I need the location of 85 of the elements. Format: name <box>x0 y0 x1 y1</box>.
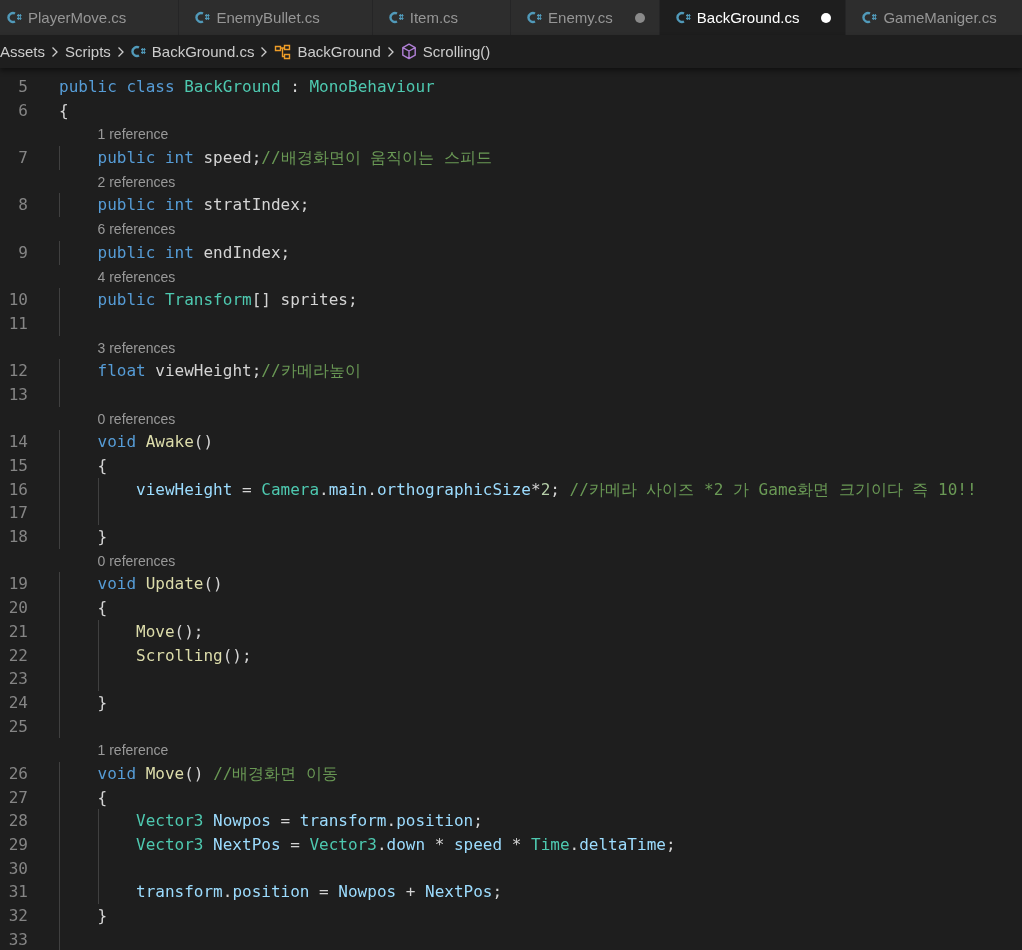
code-line: void Awake() <box>97 431 214 454</box>
line-number: 27 <box>7 786 28 809</box>
line-number: 19 <box>7 573 28 596</box>
code-line: Move(); <box>136 620 204 643</box>
code-line: public int speed;//배경화면이 움직이는 스피드 <box>97 147 492 170</box>
line-number: 12 <box>7 360 28 383</box>
csharp-file-icon <box>675 11 691 24</box>
line-number: 31 <box>7 881 28 904</box>
line-number: 17 <box>7 502 28 525</box>
breadcrumb-item[interactable]: Assets <box>0 43 45 60</box>
line-number: 18 <box>7 526 28 549</box>
line-number: 26 <box>7 762 28 785</box>
chevron-icon <box>386 45 395 58</box>
editor-tab[interactable]: PlayerMove.cs <box>0 0 180 35</box>
unsaved-dot-icon[interactable] <box>821 12 832 23</box>
csharp-file-icon <box>388 11 404 24</box>
code-line: { <box>59 99 69 122</box>
chevron-icon <box>116 45 125 58</box>
code-line: Scrolling(); <box>136 644 252 667</box>
code-line: void Update() <box>97 573 223 596</box>
code-line: public class BackGround : MonoBehaviour <box>59 76 435 98</box>
code-line: } <box>97 526 108 549</box>
code-line: { <box>97 786 108 809</box>
code-line: Vector3 Nowpos = transform.position; <box>136 810 483 833</box>
line-number: 32 <box>7 905 28 928</box>
line-number: 25 <box>7 715 28 738</box>
reference-count[interactable]: 0 references <box>97 552 176 569</box>
line-number: 15 <box>7 455 28 477</box>
reference-count[interactable]: 1 reference <box>97 742 169 759</box>
line-number: 5 <box>17 76 28 98</box>
line-number: 6 <box>17 99 28 122</box>
breadcrumb-item[interactable]: Scrolling() <box>422 43 491 60</box>
line-number: 24 <box>7 691 28 714</box>
code-line: } <box>97 691 108 714</box>
editor-tab[interactable]: Enemy.cs <box>511 0 660 35</box>
code-line: } <box>97 905 108 928</box>
code-line: public int endIndex; <box>97 241 291 264</box>
csharp-file-icon <box>195 11 211 24</box>
line-number: 13 <box>7 383 28 406</box>
reference-count[interactable]: 1 reference <box>97 126 169 143</box>
line-number: 20 <box>7 597 28 620</box>
reference-count[interactable]: 3 references <box>97 339 176 356</box>
code-line: viewHeight = Camera.main.orthographicSize*2; //카메라 사이즈 *2 가 Game화면 크기이다 즉 10!! <box>136 478 977 501</box>
code-line: public Transform[] sprites; <box>97 289 358 312</box>
csharp-file-icon <box>7 11 22 24</box>
editor-tab[interactable]: Item.cs <box>372 0 512 35</box>
line-number: 21 <box>7 620 28 643</box>
editor-tab[interactable]: GameManiger.cs <box>846 0 1022 35</box>
chevron-icon <box>260 45 269 58</box>
code-line: { <box>97 597 108 620</box>
csharp-file-icon <box>527 11 543 24</box>
cube-icon <box>400 43 417 60</box>
code-line: { <box>97 455 108 477</box>
code-line: transform.position = Nowpos + NextPos; <box>136 881 503 904</box>
csharp-file-icon <box>130 45 146 58</box>
code-line: Vector3 NextPos = Vector3.down * speed * Time.deltaTime; <box>136 834 676 856</box>
unsaved-dot-icon[interactable] <box>634 12 645 23</box>
breadcrumb-item[interactable]: Scripts <box>65 43 111 60</box>
line-number: 11 <box>7 312 28 335</box>
line-number: 8 <box>17 194 28 217</box>
code-line: float viewHeight;//카메라높이 <box>97 360 361 383</box>
line-number: 22 <box>7 644 28 667</box>
reference-count[interactable]: 0 references <box>97 410 176 427</box>
line-number: 29 <box>7 834 28 856</box>
editor-tab[interactable]: BackGround.cs <box>659 0 847 35</box>
csharp-file-icon <box>862 11 878 24</box>
breadcrumb-item[interactable]: BackGround.cs <box>151 43 255 60</box>
line-number: 23 <box>7 668 28 691</box>
chevron-icon <box>51 45 59 58</box>
line-number: 10 <box>7 289 28 312</box>
line-number: 7 <box>17 147 28 170</box>
code-line: public int stratIndex; <box>97 194 310 217</box>
reference-count[interactable]: 4 references <box>97 268 176 285</box>
reference-count[interactable]: 6 references <box>97 221 176 238</box>
line-number: 16 <box>7 478 28 501</box>
line-number: 28 <box>7 810 28 833</box>
reference-count[interactable]: 2 references <box>97 173 176 190</box>
code-line: void Move() //배경화면 이동 <box>97 762 339 785</box>
line-number: 14 <box>7 431 28 454</box>
class-icon <box>274 43 292 60</box>
line-number: 9 <box>17 241 28 264</box>
line-number: 30 <box>7 857 28 880</box>
breadcrumb-item[interactable]: BackGround <box>297 43 381 60</box>
editor-tab[interactable]: EnemyBullet.cs <box>179 0 373 35</box>
line-number: 33 <box>7 928 28 950</box>
